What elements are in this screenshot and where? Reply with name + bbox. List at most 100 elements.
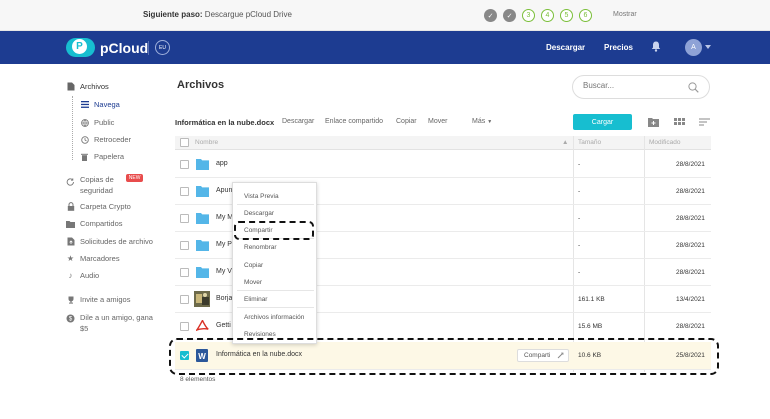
sidebar-item-label: Compartidos [80, 219, 123, 228]
sort-arrow-icon[interactable]: ▲ [562, 139, 568, 146]
select-all-checkbox[interactable] [180, 138, 189, 147]
step-3[interactable]: 3 [522, 9, 535, 22]
file-size: - [578, 269, 581, 276]
new-folder-icon[interactable] [648, 117, 659, 127]
row-checkbox[interactable] [180, 322, 189, 331]
logo-divider [148, 41, 149, 55]
row-checkbox[interactable] [180, 268, 189, 277]
brand-name[interactable]: pCloud [100, 40, 148, 56]
file-name[interactable]: My P [216, 241, 232, 248]
search-icon[interactable] [688, 82, 699, 93]
step-5[interactable]: 5 [560, 9, 573, 22]
sidebar-item-tell-friend[interactable]: $ Dile a un amigo, gana $5 [66, 312, 153, 334]
file-date: 28/8/2021 [676, 215, 705, 222]
step-1[interactable]: ✓ [484, 9, 497, 22]
pricing-link[interactable]: Precios [604, 43, 633, 52]
sidebar-item-label: Public [94, 118, 115, 127]
search-input[interactable] [583, 81, 683, 90]
sidebar-item-file-requests[interactable]: Solicitudes de archivo [66, 237, 153, 246]
file-name[interactable]: app [216, 160, 228, 167]
onboarding-bar: Siguiente paso: Descargue pCloud Drive ✓… [0, 0, 770, 31]
menu-item-download[interactable]: Descargar [244, 210, 274, 217]
eu-region-icon: EU [155, 40, 170, 55]
shared-folder-icon [66, 219, 75, 228]
row-checkbox[interactable] [180, 214, 189, 223]
download-action[interactable]: Descargar [282, 118, 314, 125]
column-name[interactable]: Nombre [195, 139, 218, 146]
sidebar-item-invite[interactable]: Invite a amigos [66, 295, 130, 304]
caret-down-icon: ▼ [487, 119, 493, 125]
sidebar-item-backups[interactable]: Copias de seguridad NEW [66, 174, 144, 196]
sidebar-item-trash[interactable]: Papelera [80, 152, 124, 161]
menu-item-rename[interactable]: Renombrar [244, 244, 277, 251]
step-2[interactable]: ✓ [503, 9, 516, 22]
shared-link-action[interactable]: Enlace compartido [325, 118, 383, 125]
music-icon: ♪ [68, 271, 73, 280]
sidebar-item-rewind[interactable]: Retroceder [80, 135, 131, 144]
file-name[interactable]: Getti [216, 322, 231, 329]
next-step-text: Siguiente paso: Descargue pCloud Drive [143, 10, 292, 19]
file-name[interactable]: My M [216, 214, 233, 221]
file-date: 28/8/2021 [676, 161, 705, 168]
column-modified[interactable]: Modificado [649, 139, 680, 146]
sidebar-item-shared[interactable]: Compartidos [66, 219, 123, 228]
file-name[interactable]: My V [216, 268, 232, 275]
download-link[interactable]: Descargar [546, 43, 585, 52]
menu-item-copy[interactable]: Copiar [244, 262, 263, 269]
sidebar-item-files[interactable]: Archivos [66, 82, 109, 91]
grid-view-icon[interactable] [674, 117, 685, 127]
file-date: 28/8/2021 [676, 269, 705, 276]
top-header: P pCloud EU Descargar Precios A [0, 31, 770, 64]
menu-divider [237, 307, 314, 308]
file-name[interactable]: Borja [216, 295, 232, 302]
chevron-down-icon[interactable] [705, 45, 711, 49]
sidebar-item-label: Navega [94, 100, 120, 109]
step-6[interactable]: 6 [579, 9, 592, 22]
trash-icon [80, 152, 89, 161]
file-name[interactable]: Apun [216, 187, 232, 194]
bell-icon[interactable] [651, 41, 661, 52]
new-badge: NEW [125, 174, 144, 182]
sidebar-item-label: Carpeta Crypto [80, 202, 131, 211]
upload-button[interactable]: Cargar [573, 114, 632, 130]
more-dropdown[interactable]: Más ▼ [472, 118, 492, 125]
row-checkbox[interactable] [180, 160, 189, 169]
file-size: - [578, 161, 581, 168]
sidebar-item-public[interactable]: Public [80, 118, 114, 127]
copy-action[interactable]: Copiar [396, 118, 417, 125]
file-size: - [578, 215, 581, 222]
onboarding-steps: ✓ ✓ 3 4 5 6 [484, 9, 592, 22]
file-date: 13/4/2021 [676, 296, 705, 303]
row-checkbox[interactable] [180, 241, 189, 250]
sidebar-item-audio[interactable]: ♪ Audio [66, 271, 100, 280]
move-action[interactable]: Mover [428, 118, 447, 125]
sidebar-item-label: Invite a amigos [80, 295, 131, 304]
sidebar-item-browse[interactable]: Navega [80, 100, 120, 109]
menu-item-revisions[interactable]: Revisiones [244, 331, 276, 338]
list-icon [80, 100, 89, 109]
selected-file-name: Informática en la nube.docx [175, 118, 275, 127]
step-4[interactable]: 4 [541, 9, 554, 22]
avatar[interactable]: A [685, 39, 702, 56]
search-box[interactable] [572, 75, 710, 99]
file-size: - [578, 242, 581, 249]
file-size: - [578, 188, 581, 195]
sidebar-item-crypto[interactable]: Carpeta Crypto [66, 202, 131, 211]
row-checkbox[interactable] [180, 295, 189, 304]
menu-item-move[interactable]: Mover [244, 279, 262, 286]
menu-item-info[interactable]: Archivos información [244, 314, 304, 321]
row-checkbox[interactable] [180, 187, 189, 196]
folder-icon [196, 240, 209, 251]
menu-divider [237, 204, 314, 205]
sidebar-item-bookmarks[interactable]: ★ Marcadores [66, 254, 120, 263]
sidebar-item-label: Archivos [80, 82, 109, 91]
menu-item-preview[interactable]: Vista Previa [244, 193, 279, 200]
table-row[interactable]: app - 28/8/2021 [175, 151, 711, 178]
menu-item-delete[interactable]: Eliminar [244, 296, 267, 303]
sidebar-item-label: Copias de seguridad [80, 175, 114, 195]
sort-icon[interactable] [699, 117, 710, 127]
sidebar-item-label: Papelera [94, 152, 125, 161]
folder-icon [196, 186, 209, 197]
show-steps-button[interactable]: Mostrar [613, 11, 637, 18]
column-size[interactable]: Tamaño [578, 139, 601, 146]
